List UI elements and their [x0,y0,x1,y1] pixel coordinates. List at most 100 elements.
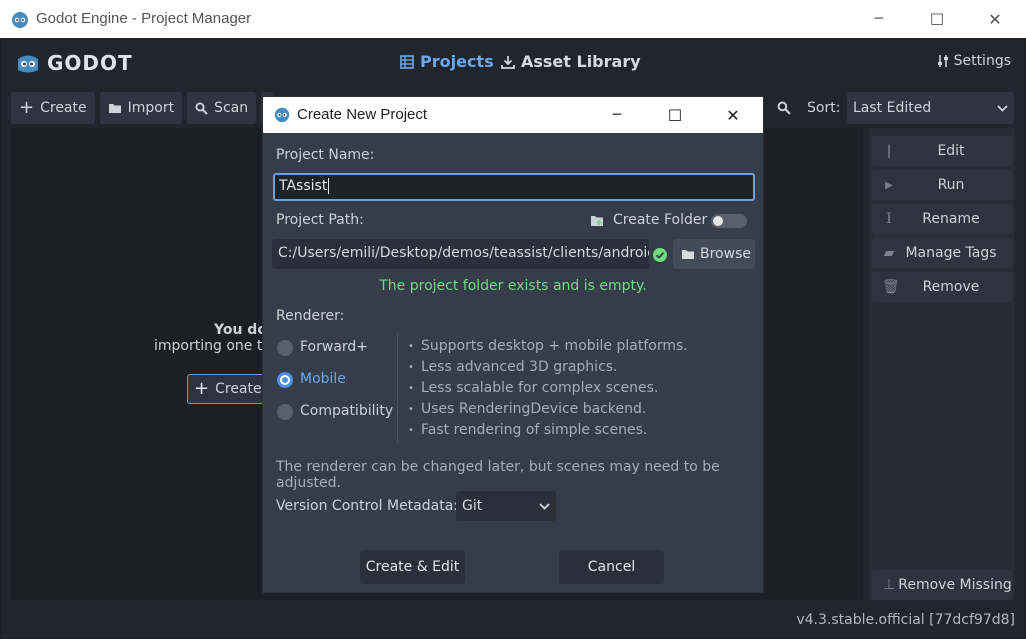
rename-icon: I [886,211,892,227]
renderer-label: Renderer: [276,308,345,324]
window-title: Godot Engine - Project Manager [36,10,252,27]
check-circle-icon [653,248,667,262]
scan-label: Scan [214,100,249,116]
feature-item: Uses RenderingDevice backend. [421,401,647,417]
feature-bullet: • [408,404,414,415]
project-path-label: Project Path: [276,212,364,228]
rename-button[interactable]: I Rename [872,204,1012,234]
feature-item: Less advanced 3D graphics. [421,359,618,375]
import-label: Import [127,100,175,116]
sort-select[interactable]: Last Edited [847,92,1014,124]
chevron-down-icon [997,104,1008,112]
broom-icon: ⊥ [882,577,896,593]
cancel-button[interactable]: Cancel [559,550,664,584]
renderer-compatibility-radio[interactable] [277,404,293,420]
project-path-value: C:/Users/emili/Desktop/demos/teassist/cl… [278,245,649,261]
project-name-label: Project Name: [276,147,375,163]
play-icon: ▶ [885,179,893,191]
dialog-maximize-button[interactable]: ☐ [646,97,704,133]
empty-line2: importing one th [154,338,272,354]
close-icon: ✕ [726,105,740,125]
create-project-dialog: Create New Project ─ ☐ ✕ Project Name: T… [262,96,764,593]
close-icon: ✕ [988,9,1002,29]
remove-button[interactable]: 🗑 Remove [872,272,1012,302]
text-caret [328,178,330,194]
renderer-mobile-label: Mobile [300,371,346,387]
dialog-minimize-button[interactable]: ─ [588,97,646,133]
vcs-select[interactable]: Git [456,491,556,521]
create-label: Create [40,100,87,116]
folder-icon [682,250,694,259]
tab-asset-library-label: Asset Library [521,52,641,71]
create-edit-label: Create & Edit [365,559,460,575]
browse-label: Browse [700,246,751,262]
close-window-button[interactable]: ✕ [966,0,1024,38]
renderer-forward-plus-radio[interactable] [277,340,293,356]
manage-tags-button[interactable]: ▰ Manage Tags [872,238,1012,268]
edit-button[interactable]: ǀ Edit [872,136,1012,166]
window-titlebar: Godot Engine - Project Manager ─ ☐ ✕ [0,0,1026,38]
project-path-input[interactable]: C:/Users/emili/Desktop/demos/teassist/cl… [272,239,649,269]
plus-icon: + [19,97,35,118]
renderer-note: The renderer can be changed later, but s… [276,459,720,491]
create-folder-toggle[interactable] [711,214,747,228]
create-folder-icon [591,216,603,226]
edit-icon: ǀ [886,143,892,159]
tab-asset-library[interactable]: Asset Library [501,52,641,71]
dialog-titlebar: Create New Project ─ ☐ ✕ [263,97,763,133]
tab-projects-label: Projects [420,52,494,71]
project-name-input[interactable]: TAssist [273,173,755,201]
godot-logo-icon [18,55,38,73]
feature-item: Supports desktop + mobile platforms. [421,338,688,354]
create-button[interactable]: + Create [11,92,95,124]
feature-item: Less scalable for complex scenes. [421,380,659,396]
settings-button[interactable]: Settings [937,53,1011,69]
tab-projects[interactable]: Projects [400,52,494,71]
version-status: v4.3.stable.official [77dcf97d8] [796,612,1015,628]
minimize-button[interactable]: ─ [850,0,908,38]
filter-search-button[interactable] [777,92,791,124]
project-name-value: TAssist [279,178,328,194]
renderer-compatibility-label: Compatibility [300,403,394,419]
projects-icon [400,54,414,69]
run-button[interactable]: ▶ Run [872,170,1012,200]
godot-app-icon [12,12,28,28]
renderer-mobile-radio[interactable] [277,372,293,388]
maximize-icon: ☐ [667,105,683,125]
feature-bullet: • [408,383,414,394]
project-actions-panel: ǀ Edit ▶ Run I Rename ▰ Manage Tags 🗑 Re… [869,128,1015,600]
import-button[interactable]: Import [99,92,183,124]
download-icon [501,55,515,69]
dialog-close-button[interactable]: ✕ [704,97,762,133]
feature-item: Fast rendering of simple scenes. [421,422,648,438]
vcs-value: Git [462,498,483,514]
maximize-icon: ☐ [929,9,945,29]
search-icon [777,101,791,115]
settings-label: Settings [953,53,1011,69]
cancel-label: Cancel [587,559,636,575]
search-icon [195,102,208,115]
top-bar: GODOT Projects Asset Library Settings [1,38,1025,88]
renderer-divider [397,334,398,442]
folder-icon [108,104,121,113]
path-status-message: The project folder exists and is empty. [379,278,647,294]
minimize-icon: ─ [612,107,622,123]
settings-sliders-icon [937,55,948,67]
maximize-button[interactable]: ☐ [908,0,966,38]
renderer-forward-plus-label: Forward+ [300,339,369,355]
browse-button[interactable]: Browse [673,239,755,269]
vcs-label: Version Control Metadata: [276,498,458,514]
create-edit-button[interactable]: Create & Edit [360,550,465,584]
feature-bullet: • [408,425,414,436]
logo-text: GODOT [47,51,133,75]
sort-label: Sort: [807,92,840,124]
sort-label-text: Sort: [807,100,841,116]
project-toolbar: + Create Import Scan F [11,92,274,124]
godot-logo: GODOT [15,50,133,76]
empty-state-text: You do importing one th [154,322,271,354]
tag-icon: ▰ [883,245,895,261]
sort-value: Last Edited [853,100,932,116]
scan-button[interactable]: Scan [187,92,257,124]
dialog-title: Create New Project [297,106,428,123]
remove-missing-button[interactable]: ⊥ Remove Missing [872,570,1012,600]
